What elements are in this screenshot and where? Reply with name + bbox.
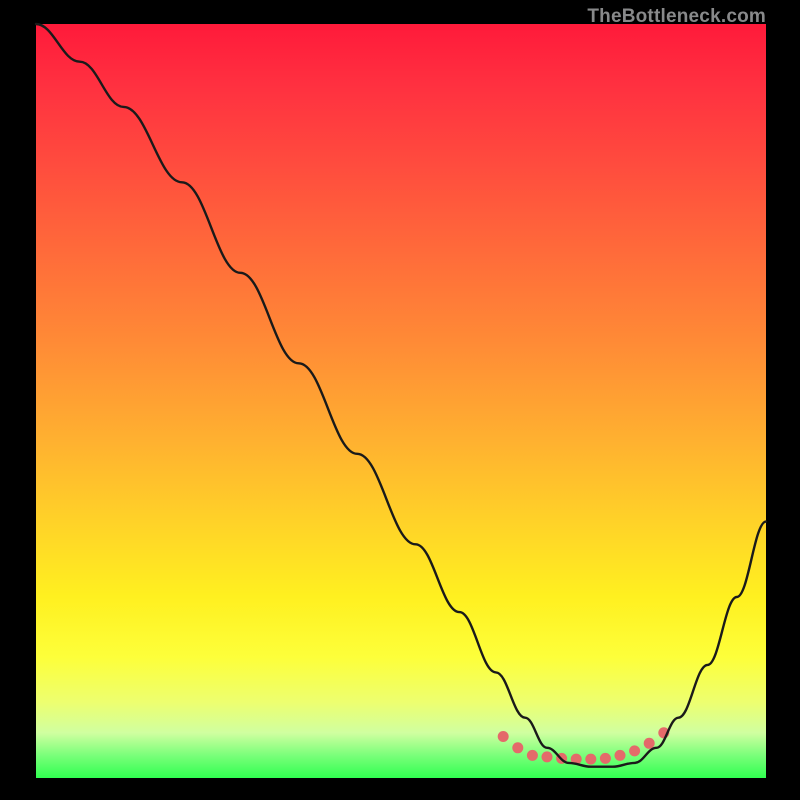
plot-overlay-svg bbox=[0, 0, 800, 800]
valley-dot bbox=[629, 745, 640, 756]
valley-dot bbox=[527, 750, 538, 761]
valley-dot bbox=[615, 750, 626, 761]
valley-dot bbox=[585, 754, 596, 765]
bottleneck-curve bbox=[36, 24, 766, 767]
valley-dot bbox=[512, 742, 523, 753]
valley-dot bbox=[600, 753, 611, 764]
watermark-text: TheBottleneck.com bbox=[587, 6, 766, 28]
valley-dot bbox=[644, 738, 655, 749]
valley-dot bbox=[498, 731, 509, 742]
chart-stage: TheBottleneck.com bbox=[0, 0, 800, 800]
valley-dot bbox=[542, 751, 553, 762]
